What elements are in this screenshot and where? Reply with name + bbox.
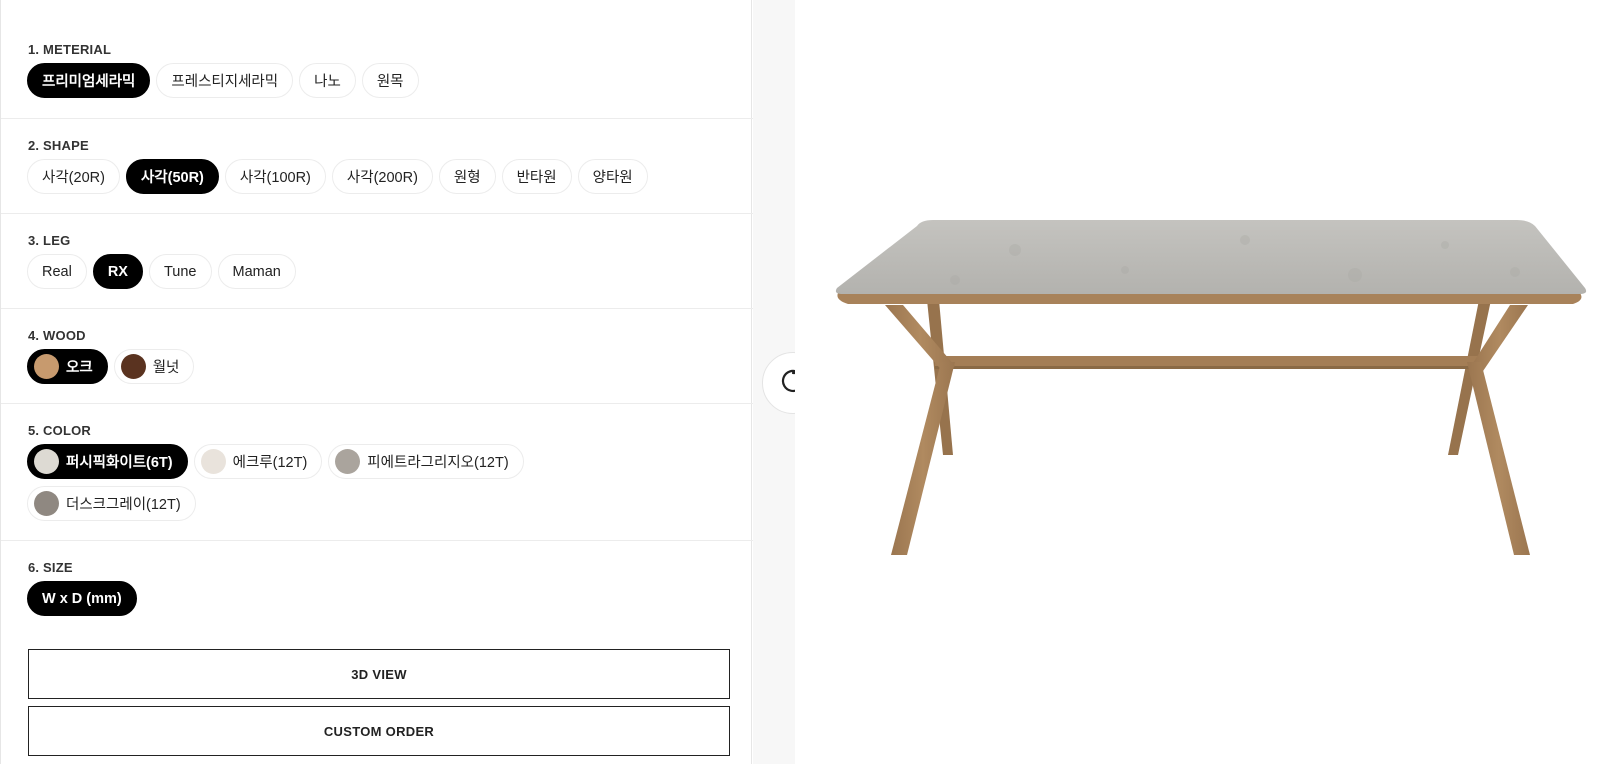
option-chip-dusk-grey[interactable]: 더스크그레이(12T): [27, 486, 196, 521]
chip-label: 나노: [314, 74, 341, 90]
section-title: 1. METERIAL: [28, 42, 112, 57]
color-section: 5. COLOR 퍼시픽화이트(6T) 에크루(12T) 피에트라그리지오(12…: [1, 404, 753, 541]
option-chip-premium-ceramic[interactable]: 프리미엄세라믹: [27, 63, 151, 98]
option-chip-size[interactable]: W x D (mm): [27, 581, 137, 616]
chip-label: 원형: [453, 170, 481, 186]
chip-label: 피에트라그리지오(12T): [367, 455, 509, 471]
chip-label: W x D (mm): [42, 590, 122, 607]
option-chip-maman[interactable]: Maman: [217, 254, 296, 289]
option-chip-oak[interactable]: 오크: [27, 349, 108, 384]
3d-view-button[interactable]: 3D VIEW: [28, 649, 730, 699]
shape-section: 2. SHAPE 사각(20R) 사각(50R) 사각(100R) 사각(200…: [1, 119, 753, 214]
color-swatch: [34, 449, 59, 474]
option-chip-tune[interactable]: Tune: [148, 254, 212, 289]
chip-label: 양타원: [592, 170, 633, 186]
option-chip-half-oval[interactable]: 반타원: [501, 159, 572, 194]
color-swatch: [34, 491, 59, 516]
chip-label: 반타원: [516, 170, 557, 186]
chip-label: 프레스티지세라믹: [171, 74, 279, 90]
chip-label: 퍼시픽화이트(6T): [66, 455, 173, 471]
leg-section: 3. LEG Real RX Tune Maman: [1, 214, 753, 309]
chip-label: 월넛: [152, 360, 180, 376]
chip-label: RX: [107, 263, 128, 280]
option-chip-pacific-white[interactable]: 퍼시픽화이트(6T): [27, 444, 188, 479]
section-title: 3. LEG: [28, 233, 71, 248]
option-chip-nano[interactable]: 나노: [299, 63, 356, 98]
chip-label: 사각(50R): [140, 170, 204, 186]
color-swatch: [200, 449, 226, 474]
options-panel: 1. METERIAL 프리미엄세라믹 프레스티지세라믹 나노 원목 2. SH…: [0, 0, 753, 764]
table-image: [835, 220, 1587, 555]
chip-label: 사각(100R): [239, 170, 311, 186]
chip-label: Maman: [232, 263, 281, 280]
section-title: 4. WOOD: [28, 328, 86, 343]
color-swatch: [335, 449, 361, 474]
chip-label: 사각(20R): [42, 170, 105, 186]
chip-label: 원목: [376, 74, 404, 90]
option-chip-double-oval[interactable]: 양타원: [577, 159, 648, 194]
custom-order-button[interactable]: CUSTOM ORDER: [28, 706, 730, 756]
chip-label: 에크루(12T): [232, 455, 308, 471]
section-title: 6. SIZE: [28, 560, 73, 575]
section-title: 2. SHAPE: [28, 138, 89, 153]
option-chip-real[interactable]: Real: [27, 254, 87, 289]
chip-label: Real: [42, 263, 72, 280]
option-chip-round[interactable]: 원형: [438, 159, 496, 194]
option-chip-ecru[interactable]: 에크루(12T): [193, 444, 323, 479]
material-section: 1. METERIAL 프리미엄세라믹 프레스티지세라믹 나노 원목: [1, 0, 753, 119]
option-chip-walnut[interactable]: 월넛: [113, 349, 195, 384]
chip-label: 오크: [66, 360, 93, 376]
product-viewer: [795, 0, 1613, 764]
chip-label: 프리미엄세라믹: [42, 74, 136, 90]
color-swatch: [120, 354, 146, 379]
section-title: 5. COLOR: [28, 423, 91, 438]
option-chip-square-100r[interactable]: 사각(100R): [224, 159, 326, 194]
chip-label: 사각(200R): [346, 170, 418, 186]
option-chip-square-20r[interactable]: 사각(20R): [27, 159, 120, 194]
wood-section: 4. WOOD 오크 월넛: [1, 309, 753, 404]
color-swatch: [34, 354, 59, 379]
option-chip-pietra-grigio[interactable]: 피에트라그리지오(12T): [328, 444, 524, 479]
chip-label: Tune: [163, 263, 197, 280]
option-chip-square-50r[interactable]: 사각(50R): [125, 159, 219, 194]
option-chip-rx[interactable]: RX: [92, 254, 143, 289]
option-chip-solid-wood[interactable]: 원목: [361, 63, 419, 98]
option-chip-prestige-ceramic[interactable]: 프레스티지세라믹: [156, 63, 294, 98]
option-chip-square-200r[interactable]: 사각(200R): [331, 159, 433, 194]
chip-label: 더스크그레이(12T): [66, 497, 181, 513]
